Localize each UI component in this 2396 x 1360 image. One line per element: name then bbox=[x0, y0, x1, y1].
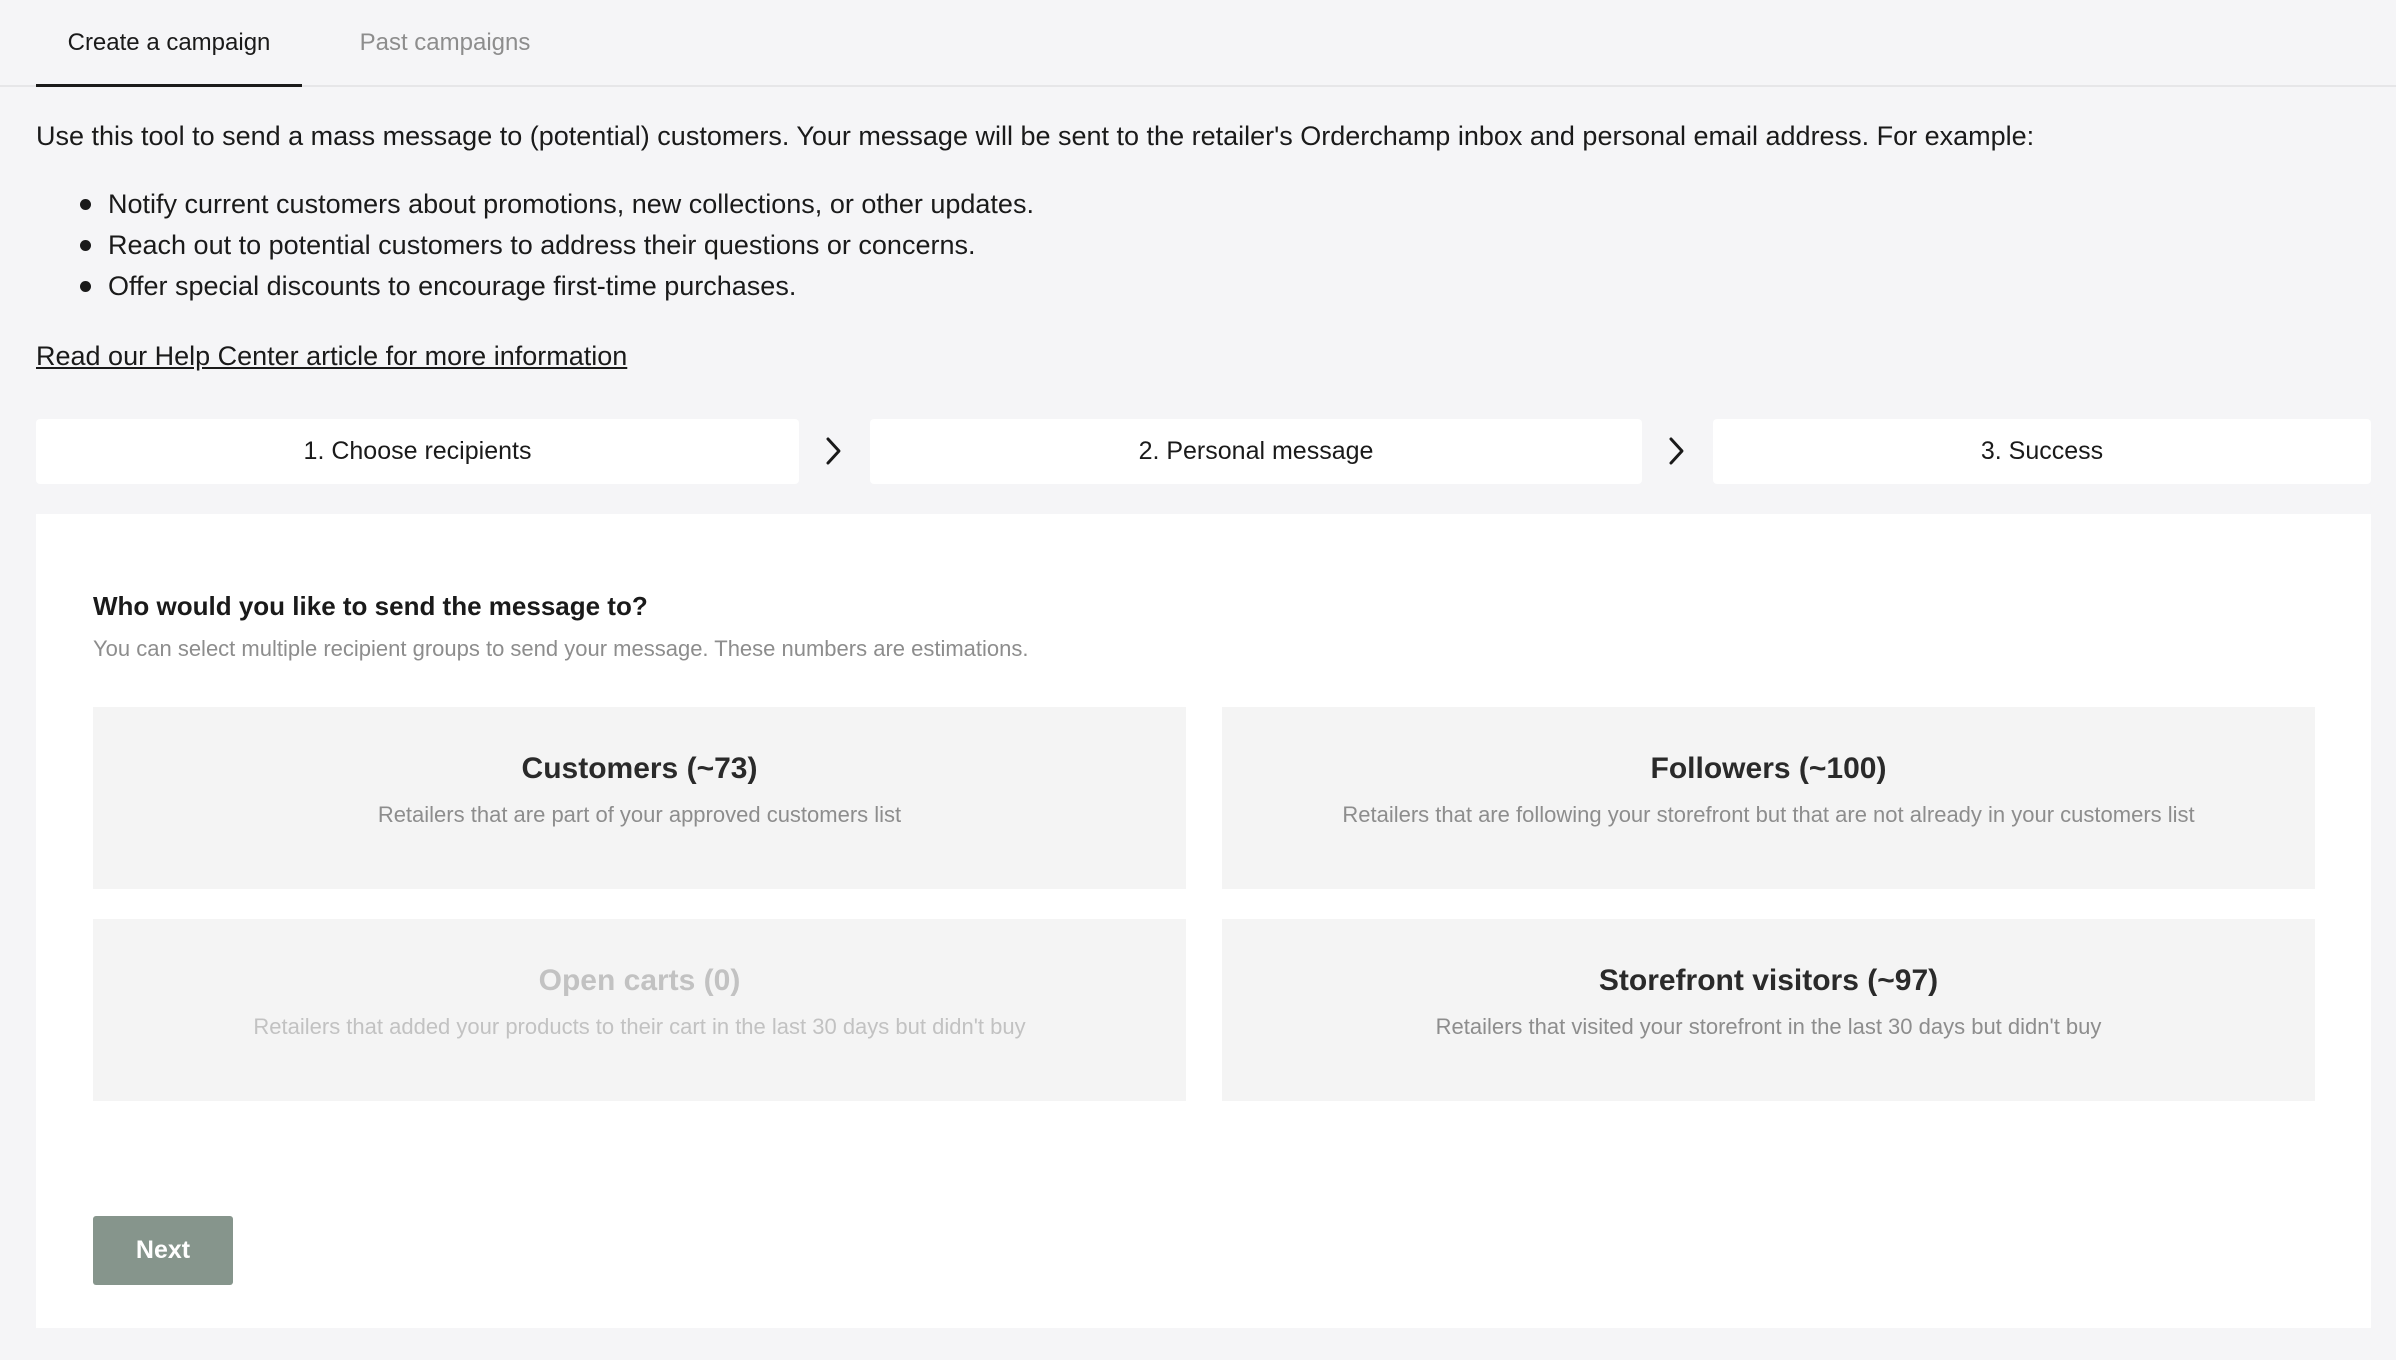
recipients-panel: Who would you like to send the message t… bbox=[36, 514, 2371, 1328]
tab-create-campaign[interactable]: Create a campaign bbox=[36, 0, 302, 87]
tab-past-campaigns[interactable]: Past campaigns bbox=[330, 0, 560, 87]
example-list: Notify current customers about promotion… bbox=[72, 188, 1034, 311]
recipient-group-description: Retailers that are following your storef… bbox=[1342, 802, 2195, 827]
recipients-subtitle: You can select multiple recipient groups… bbox=[93, 636, 1029, 661]
recipient-group-title: Customers (~73) bbox=[521, 752, 758, 785]
intro-text: Use this tool to send a mass message to … bbox=[36, 121, 2035, 151]
recipient-group-description: Retailers that visited your storefront i… bbox=[1435, 1014, 2102, 1039]
recipient-group-customers[interactable]: Customers (~73) Retailers that are part … bbox=[93, 707, 1186, 889]
list-item: Offer special discounts to encourage fir… bbox=[72, 270, 1034, 311]
chevron-right-icon bbox=[1669, 437, 1684, 465]
tab-bar: Create a campaign Past campaigns bbox=[0, 0, 2396, 87]
recipient-group-title: Storefront visitors (~97) bbox=[1598, 964, 1939, 997]
list-item: Notify current customers about promotion… bbox=[72, 188, 1034, 229]
recipient-group-title: Open carts (0) bbox=[538, 964, 741, 997]
recipients-question: Who would you like to send the message t… bbox=[93, 591, 648, 621]
step-personal-message: 2. Personal message bbox=[870, 419, 1642, 484]
next-button[interactable]: Next bbox=[93, 1216, 233, 1285]
recipient-group-description: Retailers that are part of your approved… bbox=[377, 802, 902, 827]
recipient-group-storefront-visitors[interactable]: Storefront visitors (~97) Retailers that… bbox=[1222, 919, 2315, 1101]
recipient-group-title: Followers (~100) bbox=[1650, 752, 1887, 785]
list-item: Reach out to potential customers to addr… bbox=[72, 229, 1034, 270]
step-success: 3. Success bbox=[1713, 419, 2371, 484]
help-center-link[interactable]: Read our Help Center article for more in… bbox=[36, 340, 627, 372]
chevron-right-icon bbox=[826, 437, 841, 465]
recipient-group-open-carts: Open carts (0) Retailers that added your… bbox=[93, 919, 1186, 1101]
step-choose-recipients: 1. Choose recipients bbox=[36, 419, 799, 484]
recipient-group-followers[interactable]: Followers (~100) Retailers that are foll… bbox=[1222, 707, 2315, 889]
recipient-group-description: Retailers that added your products to th… bbox=[253, 1014, 1026, 1039]
